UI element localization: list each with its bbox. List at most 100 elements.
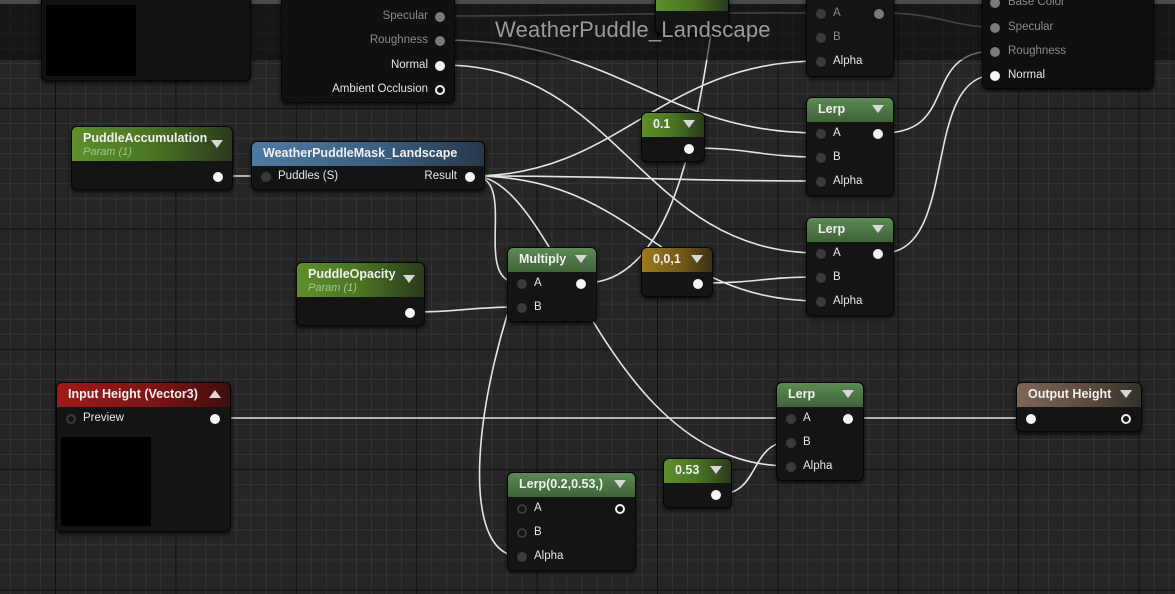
collapse-arrow-icon[interactable] <box>872 105 884 113</box>
node-const-top-title: 0.53 <box>667 0 691 3</box>
pin-output[interactable] <box>213 172 223 182</box>
pin-b-input[interactable] <box>816 153 826 163</box>
node-material-attributes[interactable]: Specular Roughness Normal Ambient Occlus… <box>281 0 455 103</box>
node-header: Lerp <box>807 98 893 122</box>
pin-a-input[interactable] <box>816 9 826 19</box>
pin-input[interactable] <box>1026 414 1036 424</box>
pin-b-label: B <box>534 526 542 538</box>
pin-output[interactable] <box>693 279 703 289</box>
pin-output[interactable] <box>873 129 883 139</box>
pin-puddles-input[interactable] <box>261 172 271 182</box>
pin-result-output[interactable] <box>465 172 475 182</box>
pin-alpha-input[interactable] <box>786 462 796 472</box>
collapse-arrow-icon[interactable] <box>842 390 854 398</box>
pin-result-label: Result <box>424 170 457 182</box>
pin-alpha-label: Alpha <box>833 55 863 67</box>
node-lerp-3[interactable]: Lerp A B Alpha <box>776 382 864 481</box>
pin-base-color-input[interactable] <box>990 0 1000 8</box>
pin-normal-label: Normal <box>1008 69 1046 81</box>
pin-output[interactable] <box>210 414 220 424</box>
pin-b-input[interactable] <box>517 528 527 538</box>
node-input-height[interactable]: Input Height (Vector3) Preview <box>56 382 231 532</box>
node-header: WeatherPuddleMask_Landscape <box>252 142 484 166</box>
node-title: Lerp(0.2,0.53,) <box>519 477 604 491</box>
pin-b-label: B <box>534 301 542 313</box>
pin-output[interactable] <box>1121 414 1131 424</box>
pin-ao-label: Ambient Occlusion <box>332 83 428 95</box>
pin-b-input[interactable] <box>816 33 826 43</box>
node-lerp-top[interactable]: A B Alpha <box>806 0 894 77</box>
collapse-arrow-icon[interactable] <box>614 480 626 488</box>
node-lerp-1[interactable]: Lerp A B Alpha <box>806 97 894 196</box>
pin-specular-input[interactable] <box>990 23 1000 33</box>
node-header: Multiply <box>508 248 596 272</box>
node-lerp-2[interactable]: Lerp A B Alpha <box>806 217 894 316</box>
pin-alpha-label: Alpha <box>803 460 833 472</box>
pin-a-input[interactable] <box>816 249 826 259</box>
pin-alpha-input[interactable] <box>816 177 826 187</box>
collapse-arrow-icon[interactable] <box>683 120 695 128</box>
pin-roughness-label: Roughness <box>1008 45 1067 57</box>
pin-a-input[interactable] <box>517 504 527 514</box>
node-const-vector[interactable]: 0,0,1 <box>641 247 713 297</box>
node-const-0-1[interactable]: 0.1 <box>641 112 705 162</box>
collapse-arrow-icon[interactable] <box>403 275 415 283</box>
node-title: WeatherPuddleMask_Landscape <box>263 146 458 160</box>
pin-ao-output[interactable] <box>435 85 445 95</box>
node-title: Multiply <box>519 252 567 266</box>
pin-a-input[interactable] <box>816 129 826 139</box>
pin-output[interactable] <box>711 490 721 500</box>
pin-specular-output[interactable] <box>435 12 445 22</box>
node-header: 0,0,1 <box>642 248 712 272</box>
pin-alpha-input[interactable] <box>816 297 826 307</box>
pin-output[interactable] <box>843 414 853 424</box>
pin-a-input[interactable] <box>786 414 796 424</box>
node-output-height[interactable]: Output Height <box>1016 382 1142 432</box>
pin-output[interactable] <box>576 279 586 289</box>
collapse-arrow-icon[interactable] <box>710 466 722 474</box>
pin-b-label: B <box>833 31 841 43</box>
pin-alpha-label: Alpha <box>833 175 863 187</box>
collapse-arrow-icon[interactable] <box>872 225 884 233</box>
preview-thumbnail <box>46 5 136 76</box>
node-mask-function[interactable]: WeatherPuddleMask_Landscape Puddles (S) … <box>251 141 485 190</box>
node-preview-top-left[interactable] <box>41 0 251 81</box>
node-title: Input Height (Vector3) <box>68 387 198 401</box>
pin-roughness-output[interactable] <box>435 36 445 46</box>
pin-a-input[interactable] <box>517 279 527 289</box>
comment-title: WeatherPuddle_Landscape <box>495 17 771 42</box>
pin-roughness-input[interactable] <box>990 47 1000 57</box>
pin-a-label: A <box>833 127 841 139</box>
node-header: PuddleAccumulation Param (1) <box>72 127 232 161</box>
pin-preview-label: Preview <box>83 412 124 424</box>
pin-output[interactable] <box>615 504 625 514</box>
pin-output[interactable] <box>874 9 884 19</box>
node-multiply[interactable]: Multiply A B <box>507 247 597 322</box>
collapse-arrow-icon[interactable] <box>1120 390 1132 398</box>
collapse-arrow-icon[interactable] <box>575 255 587 263</box>
node-title: 0.53 <box>675 463 700 477</box>
pin-output[interactable] <box>684 144 694 154</box>
pin-base-color-label: Base Color <box>1008 0 1065 8</box>
pin-normal-output[interactable] <box>435 61 445 71</box>
pin-normal-input[interactable] <box>990 71 1000 81</box>
pin-alpha-input[interactable] <box>816 57 826 67</box>
node-const-0-53[interactable]: 0.53 <box>663 458 732 508</box>
collapse-arrow-icon[interactable] <box>691 255 703 263</box>
expand-arrow-icon[interactable] <box>209 390 221 398</box>
pin-preview-input[interactable] <box>66 414 76 424</box>
node-puddle-accumulation[interactable]: PuddleAccumulation Param (1) <box>71 126 233 190</box>
node-lerp-const[interactable]: Lerp(0.2,0.53,) A B Alpha <box>507 472 636 571</box>
node-header: Output Height <box>1017 383 1141 407</box>
node-puddle-opacity[interactable]: PuddleOpacity Param (1) <box>296 262 425 326</box>
pin-b-input[interactable] <box>786 438 796 448</box>
pin-output[interactable] <box>405 308 415 318</box>
node-material-result[interactable]: Base Color Specular Roughness Normal <box>982 0 1154 89</box>
collapse-arrow-icon[interactable] <box>211 140 223 148</box>
pin-output[interactable] <box>873 249 883 259</box>
pin-b-input[interactable] <box>517 303 527 313</box>
node-const-top-header: 0.53 <box>656 0 728 11</box>
pin-b-input[interactable] <box>816 273 826 283</box>
node-header: 0.53 <box>664 459 731 483</box>
pin-alpha-input[interactable] <box>517 552 527 562</box>
